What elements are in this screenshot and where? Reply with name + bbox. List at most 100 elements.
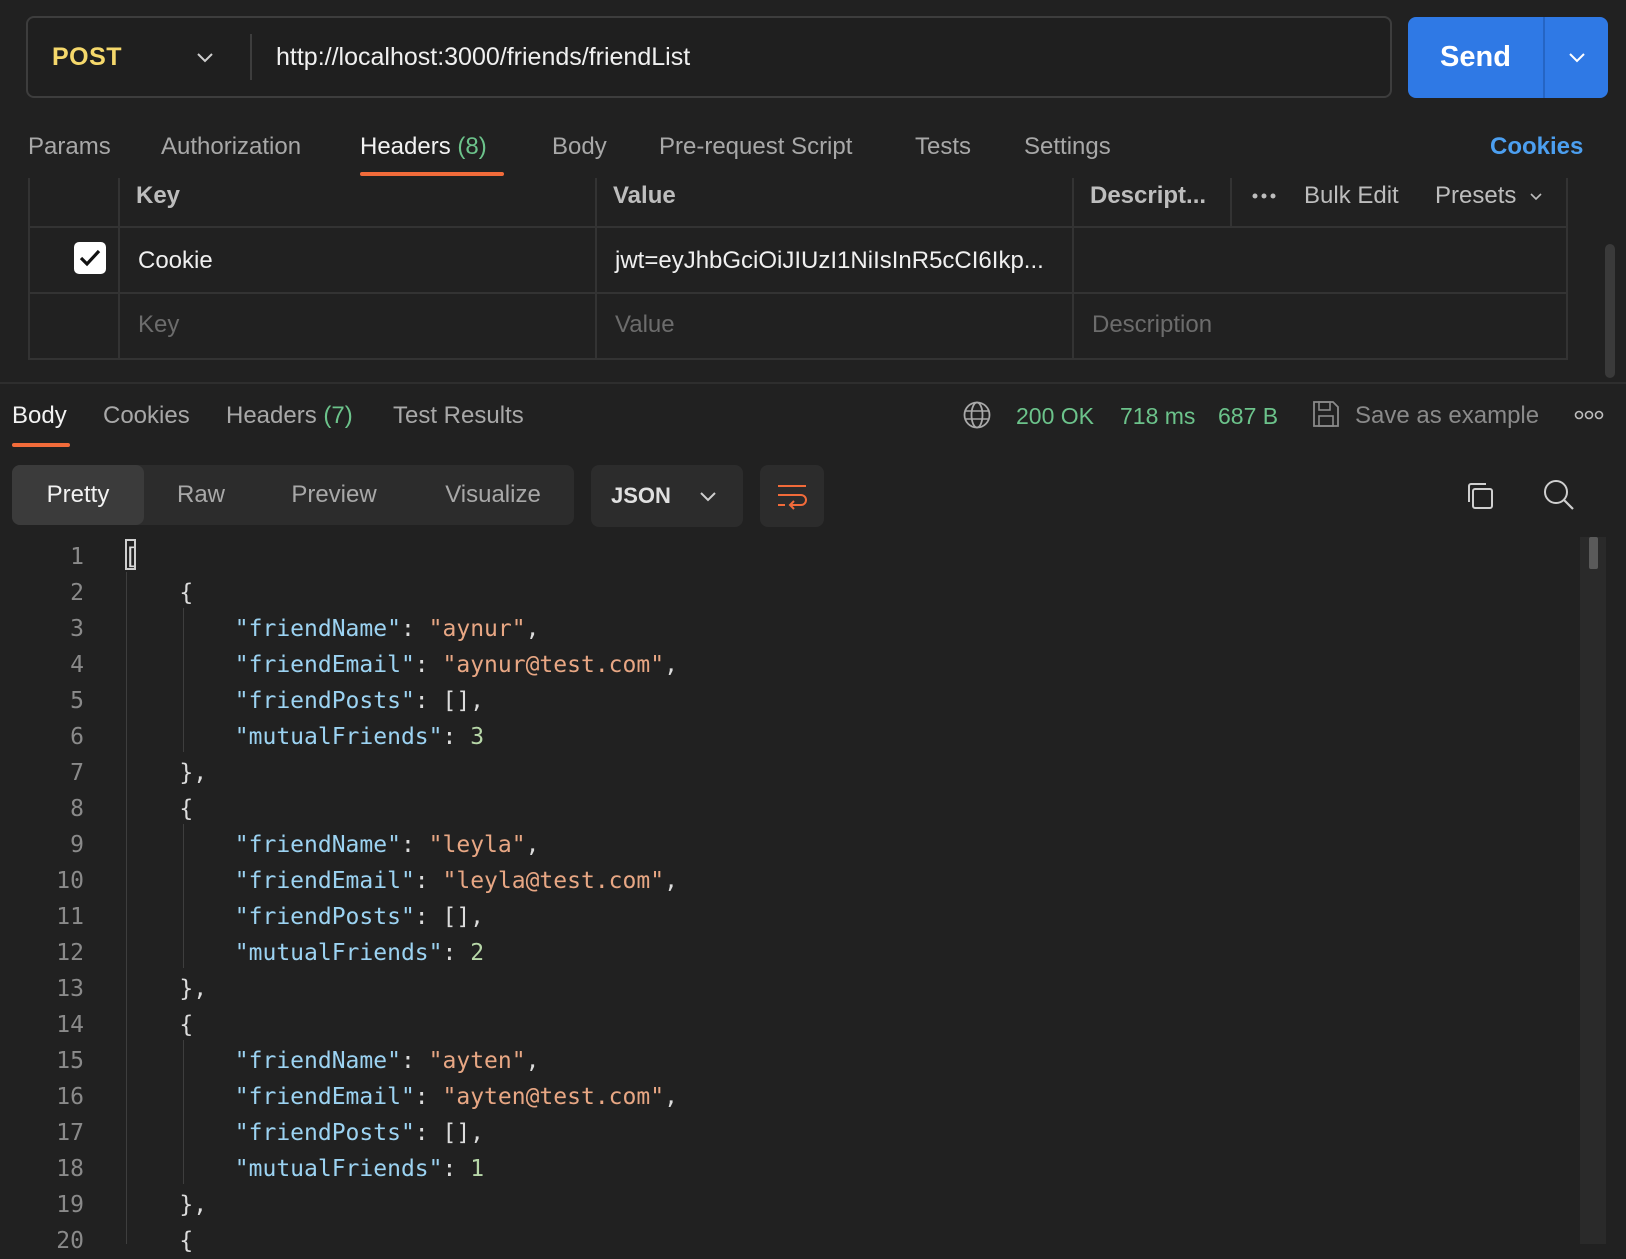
code-line: "friendPosts": [], <box>124 683 484 719</box>
column-header-value: Value <box>613 182 676 209</box>
header-enabled-checkbox[interactable] <box>74 242 106 274</box>
indent-guide <box>183 1040 184 1184</box>
json-key: "friendEmail" <box>234 1084 415 1110</box>
bulk-edit-button[interactable]: Bulk Edit <box>1304 176 1399 216</box>
divider <box>1543 17 1545 98</box>
tab-preview[interactable]: Preview <box>274 465 394 525</box>
code-line: "friendPosts": [], <box>124 899 484 935</box>
more-icon[interactable] <box>1574 409 1604 421</box>
json-number: 2 <box>470 940 485 966</box>
url-input[interactable]: http://localhost:3000/friends/friendList <box>276 18 690 96</box>
divider <box>250 34 252 80</box>
save-icon[interactable] <box>1311 399 1341 429</box>
json-punctuation: : <box>400 832 429 858</box>
tab-params[interactable]: Params <box>28 126 111 168</box>
search-icon[interactable] <box>1542 478 1576 512</box>
line-number: 12 <box>56 940 84 966</box>
json-key: "friendEmail" <box>234 868 415 894</box>
json-punctuation: , <box>664 1084 678 1110</box>
line-number: 18 <box>56 1156 84 1182</box>
tab-settings[interactable]: Settings <box>1024 126 1111 168</box>
tab-visualize[interactable]: Visualize <box>428 465 558 525</box>
column-header-description: Descript... <box>1090 182 1207 209</box>
send-button[interactable]: Send <box>1408 17 1543 98</box>
tab-response-body[interactable]: Body <box>12 396 67 436</box>
new-description-input[interactable]: Description <box>1092 308 1212 342</box>
code-line: "friendEmail": "ayten@test.com", <box>124 1079 678 1115</box>
json-punctuation: : [], <box>414 688 485 714</box>
line-number: 15 <box>56 1048 84 1074</box>
table-divider <box>28 226 1568 228</box>
tab-pretty[interactable]: Pretty <box>12 465 144 525</box>
more-icon[interactable] <box>1251 190 1277 202</box>
header-key-cell[interactable]: Cookie <box>138 244 213 278</box>
json-punctuation <box>124 616 235 642</box>
wrap-lines-button[interactable] <box>760 465 824 527</box>
copy-icon[interactable] <box>1464 480 1496 512</box>
json-punctuation: : <box>442 724 471 750</box>
send-button-group: Send <box>1408 17 1608 98</box>
code-line: "friendPosts": [], <box>124 1115 484 1151</box>
new-value-input[interactable]: Value <box>615 308 675 342</box>
presets-dropdown[interactable]: Presets <box>1435 176 1516 216</box>
method-selector[interactable]: POST <box>52 18 122 96</box>
line-number: 11 <box>56 904 84 930</box>
code-line: }, <box>124 971 207 1007</box>
tab-label: Headers <box>226 402 317 429</box>
tab-test-results[interactable]: Test Results <box>393 396 524 436</box>
scrollbar[interactable] <box>1580 537 1606 1244</box>
line-number: 16 <box>56 1084 84 1110</box>
tab-response-cookies[interactable]: Cookies <box>103 396 190 436</box>
line-number: 10 <box>56 868 84 894</box>
tab-response-headers[interactable]: Headers (7) <box>226 396 353 436</box>
json-string: "aynur" <box>428 616 526 642</box>
tab-pre-request-script[interactable]: Pre-request Script <box>659 126 852 168</box>
table-divider <box>1072 178 1074 360</box>
table-divider <box>118 178 120 360</box>
line-number: 6 <box>70 724 84 750</box>
chevron-down-icon[interactable] <box>1528 188 1544 204</box>
json-punctuation: { <box>124 1228 194 1254</box>
active-tab-indicator <box>12 443 70 447</box>
scrollbar[interactable] <box>1605 244 1615 378</box>
code-line: }, <box>124 755 207 791</box>
table-divider <box>1566 178 1568 360</box>
response-size[interactable]: 687 B <box>1218 396 1278 436</box>
json-string: "leyla@test.com" <box>442 868 665 894</box>
tab-raw[interactable]: Raw <box>152 465 250 525</box>
pane-divider[interactable] <box>0 382 1626 384</box>
json-number: 3 <box>470 724 485 750</box>
status-code[interactable]: 200 OK <box>1016 396 1094 436</box>
scrollbar-thumb[interactable] <box>1589 537 1598 569</box>
table-divider <box>28 292 1568 294</box>
json-key: "mutualFriends" <box>234 1156 443 1182</box>
tab-headers[interactable]: Headers (8) <box>360 126 487 168</box>
json-punctuation: { <box>124 580 194 606</box>
header-value-cell[interactable]: jwt=eyJhbGciOiJIUzI1NiIsInR5cCI6Ikp... <box>615 244 1044 278</box>
chevron-down-icon[interactable] <box>1566 46 1588 68</box>
tab-authorization[interactable]: Authorization <box>161 126 301 168</box>
json-punctuation: , <box>525 832 540 858</box>
format-dropdown[interactable]: JSON <box>591 465 743 527</box>
bracket-match-highlight <box>125 539 136 570</box>
indent-guide <box>126 572 127 1244</box>
chevron-down-icon[interactable] <box>194 46 216 68</box>
save-as-example-button[interactable]: Save as example <box>1355 396 1539 436</box>
indent-guide <box>183 824 184 968</box>
json-string: "aynur@test.com" <box>442 652 665 678</box>
tab-body[interactable]: Body <box>552 126 607 168</box>
response-time[interactable]: 718 ms <box>1120 396 1195 436</box>
globe-icon[interactable] <box>962 400 992 430</box>
line-number: 4 <box>70 652 84 678</box>
json-punctuation: { <box>124 1012 194 1038</box>
new-key-input[interactable]: Key <box>138 308 179 342</box>
json-key: "friendName" <box>234 616 401 642</box>
json-punctuation: : <box>414 1084 443 1110</box>
json-punctuation <box>124 1048 235 1074</box>
tab-tests[interactable]: Tests <box>915 126 971 168</box>
cookies-link[interactable]: Cookies <box>1490 126 1583 168</box>
line-number: 19 <box>56 1192 84 1218</box>
json-string: "ayten@test.com" <box>442 1084 665 1110</box>
header-count-badge: (8) <box>457 133 487 160</box>
json-punctuation <box>124 1084 235 1110</box>
